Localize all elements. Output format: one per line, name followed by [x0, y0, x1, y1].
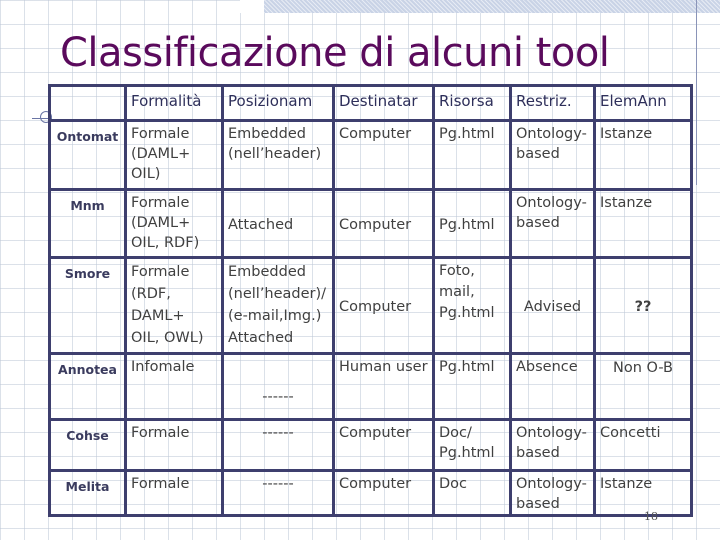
tool-name-cell: Melita	[48, 469, 127, 517]
elemann-cell: Concetti	[593, 418, 693, 472]
destinatar-cell: Computer	[332, 188, 435, 259]
restriz-cell: Ontology-based	[509, 119, 596, 191]
formalita-cell: Infomale	[124, 352, 224, 421]
risorsa-cell: Doc	[432, 469, 512, 517]
tool-name-cell: Cohse	[48, 418, 127, 472]
posizionam-cell: Embedded (nell’header)/ (e-mail,Img.) At…	[221, 256, 335, 355]
page-number: 18	[644, 510, 658, 523]
table-row: Smore Formale (RDF, DAML+ OIL, OWL) Embe…	[48, 256, 693, 355]
restriz-cell: Ontology-based	[509, 418, 596, 472]
tool-name-cell: Mnm	[48, 188, 127, 259]
restriz-cell: Absence	[509, 352, 596, 421]
posizionam-cell: ------	[221, 469, 335, 517]
destinatar-cell: Computer	[332, 256, 435, 355]
elemann-cell: ??	[593, 256, 693, 355]
decorative-vertical-rule	[696, 0, 697, 185]
formalita-cell: Formale (DAML+ OIL, RDF)	[124, 188, 224, 259]
header-cell-destinatar: Destinatar	[332, 84, 435, 122]
header-band-gap	[240, 0, 264, 13]
destinatar-cell: Computer	[332, 119, 435, 191]
elemann-cell: Istanze	[593, 119, 693, 191]
header-cell-elemann: ElemAnn	[593, 84, 693, 122]
table-row: Ontomat Formale (DAML+ OIL) Embedded (ne…	[48, 119, 693, 191]
header-cell-restriz: Restriz.	[509, 84, 596, 122]
risorsa-cell: Foto, mail, Pg.html	[432, 256, 512, 355]
elemann-cell: Istanze	[593, 188, 693, 259]
formalita-cell: Formale (RDF, DAML+ OIL, OWL)	[124, 256, 224, 355]
risorsa-cell: Pg.html	[432, 352, 512, 421]
tools-classification-table: Formalità Posizionam Destinatar Risorsa …	[48, 84, 693, 517]
header-cell-formalita: Formalità	[124, 84, 224, 122]
posizionam-cell: Embedded (nell’header)	[221, 119, 335, 191]
table-row: Mnm Formale (DAML+ OIL, RDF) Attached Co…	[48, 188, 693, 259]
header-cell-posizionam: Posizionam	[221, 84, 335, 122]
destinatar-cell: Human user	[332, 352, 435, 421]
posizionam-cell: ------	[221, 352, 335, 421]
posizionam-cell: Attached	[221, 188, 335, 259]
risorsa-cell: Pg.html	[432, 119, 512, 191]
table-row: Melita Formale ------ Computer Doc Ontol…	[48, 469, 693, 517]
formalita-cell: Formale	[124, 469, 224, 517]
restriz-cell: Ontology-based	[509, 188, 596, 259]
tool-name-cell: Ontomat	[48, 119, 127, 191]
elemann-cell: Istanze	[593, 469, 693, 517]
tool-name-cell: Annotea	[48, 352, 127, 421]
header-cell-risorsa: Risorsa	[432, 84, 512, 122]
elemann-cell: Non O-B	[593, 352, 693, 421]
header-decorative-band	[264, 0, 720, 13]
slide-title: Classificazione di alcuni tool	[60, 30, 610, 76]
table-row: Annotea Infomale ------ Human user Pg.ht…	[48, 352, 693, 421]
restriz-cell: Advised	[509, 256, 596, 355]
posizionam-cell: ------	[221, 418, 335, 472]
formalita-cell: Formale	[124, 418, 224, 472]
destinatar-cell: Computer	[332, 469, 435, 517]
destinatar-cell: Computer	[332, 418, 435, 472]
header-cell-empty	[48, 84, 127, 122]
table-header-row: Formalità Posizionam Destinatar Risorsa …	[48, 84, 693, 122]
formalita-cell: Formale (DAML+ OIL)	[124, 119, 224, 191]
tool-name-cell: Smore	[48, 256, 127, 355]
restriz-cell: Ontology-based	[509, 469, 596, 517]
risorsa-cell: Doc/ Pg.html	[432, 418, 512, 472]
risorsa-cell: Pg.html	[432, 188, 512, 259]
table-row: Cohse Formale ------ Computer Doc/ Pg.ht…	[48, 418, 693, 472]
